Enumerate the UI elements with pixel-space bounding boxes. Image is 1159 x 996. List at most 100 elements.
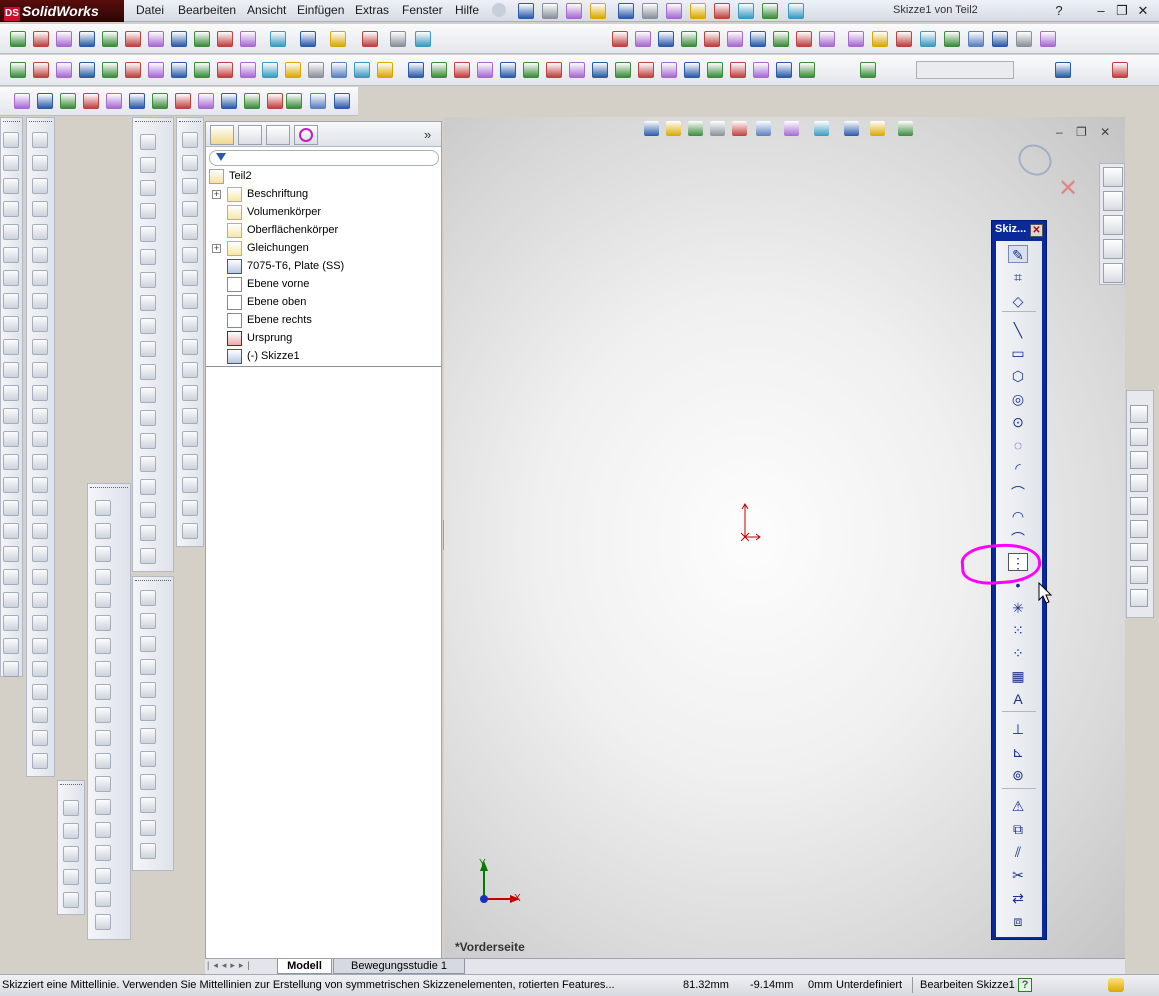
vertical-tool-120-icon[interactable] [182,431,198,447]
standard-toolbar-15-icon[interactable] [390,31,406,47]
feature-tools-16-icon[interactable] [776,62,792,78]
vertical-tool-27-icon[interactable] [32,201,48,217]
vertical-tool-10-icon[interactable] [3,362,19,378]
vertical-tool-97-icon[interactable] [140,636,156,652]
sketch-tools-16-icon[interactable] [377,62,393,78]
standard-toolbar-5-icon[interactable] [125,31,141,47]
quick-access-9-icon[interactable] [738,3,754,19]
view-tool-7-icon[interactable] [814,121,829,136]
view-toolbar-11-icon[interactable] [872,31,888,47]
view-toolbar-0-icon[interactable] [612,31,628,47]
status-help-button[interactable]: ? [1018,978,1032,992]
vertical-tool-85-icon[interactable] [140,341,156,357]
vertical-tool-109-icon[interactable] [182,178,198,194]
macro-stop-icon[interactable] [1130,428,1148,446]
view-tool-2-icon[interactable] [688,121,703,136]
tree-node-7075-t6-plate-ss-[interactable]: 7075-T6, Plate (SS) [206,258,441,276]
help-button[interactable]: ? [1050,2,1068,19]
vertical-tool-106-icon[interactable] [140,843,156,859]
feature-tools-6-icon[interactable] [546,62,562,78]
view-toolbar-6-icon[interactable] [750,31,766,47]
vertical-tool-103-icon[interactable] [140,774,156,790]
sketch-tools-10-icon[interactable] [240,62,256,78]
collapse-panel-button[interactable]: » [424,127,431,142]
vertical-tool-91-icon[interactable] [140,479,156,495]
sketch-entity-14-icon[interactable] [334,93,350,109]
vertical-tool-114-icon[interactable] [182,293,198,309]
tag-icon[interactable] [1108,978,1124,992]
vertical-tool-116-icon[interactable] [182,339,198,355]
vertical-tool-45-icon[interactable] [32,615,48,631]
scan-equal-icon[interactable]: ⊚ [1008,766,1028,784]
feature-tools-17-icon[interactable] [799,62,815,78]
copy-entities-icon[interactable]: ⧈ [1008,912,1028,930]
vertical-tool-80-icon[interactable] [140,226,156,242]
sketch-point-icon[interactable]: ✳ [1008,599,1028,617]
vertical-tool-35-icon[interactable] [32,385,48,401]
view-toolbar-12-icon[interactable] [896,31,912,47]
vertical-tool-55-icon[interactable] [63,869,79,885]
view-toolbar-17-icon[interactable] [1016,31,1032,47]
tree-node-ebene-oben[interactable]: Ebene oben [206,294,441,312]
vertical-tool-11-icon[interactable] [3,385,19,401]
sketch-entity-10-icon[interactable] [244,93,260,109]
vertical-tool-36-icon[interactable] [32,408,48,424]
vertical-tool-12-icon[interactable] [3,408,19,424]
vertical-tool-113-icon[interactable] [182,270,198,286]
tree-node-ebene-vorne[interactable]: Ebene vorne [206,276,441,294]
feature-tools-14-icon[interactable] [730,62,746,78]
sketch-tools-7-icon[interactable] [171,62,187,78]
smart-dimension-icon[interactable]: ◇ [1008,292,1028,310]
sketch-entity-1-icon[interactable] [37,93,53,109]
quick-access-0-icon[interactable] [518,3,534,19]
tree-splitter[interactable] [206,366,442,367]
vertical-tool-102-icon[interactable] [140,751,156,767]
vertical-tool-19-icon[interactable] [3,569,19,585]
vertical-tool-22-icon[interactable] [3,638,19,654]
sketch-tools-12-icon[interactable] [285,62,301,78]
view-tool-5-icon[interactable] [756,121,771,136]
feature-tools-4-icon[interactable] [500,62,516,78]
vertical-tool-81-icon[interactable] [140,249,156,265]
macro-record-icon[interactable] [1130,451,1148,469]
vertical-tool-87-icon[interactable] [140,387,156,403]
quick-access-7-icon[interactable] [690,3,706,19]
circle-icon[interactable]: ◎ [1008,390,1028,408]
vertical-tool-32-icon[interactable] [32,316,48,332]
configuration-manager-tab[interactable] [266,125,290,145]
sketch-tools-8-icon[interactable] [194,62,210,78]
view-toolbar-3-icon[interactable] [681,31,697,47]
expand-icon[interactable]: + [212,190,221,199]
linear-pattern-icon[interactable]: ⁙ [1008,621,1028,639]
vertical-tool-46-icon[interactable] [32,638,48,654]
view-toolbar-4-icon[interactable] [704,31,720,47]
vertical-tool-58-icon[interactable] [95,523,111,539]
vertical-tool-28-icon[interactable] [32,224,48,240]
vertical-tool-108-icon[interactable] [182,155,198,171]
quick-access-8-icon[interactable] [714,3,730,19]
line-icon[interactable]: ╲ [1008,321,1028,339]
vertical-tool-111-icon[interactable] [182,224,198,240]
centerpoint-arc-icon[interactable]: ◌ [1008,436,1028,454]
vertical-tool-53-icon[interactable] [63,823,79,839]
vertical-tool-61-icon[interactable] [95,592,111,608]
restore-button[interactable]: ❐ [1113,2,1131,19]
macro-play-icon[interactable] [1130,405,1148,423]
layer-dropdown[interactable] [916,61,1014,79]
vertical-tool-75-icon[interactable] [95,914,111,930]
standard-toolbar-7-icon[interactable] [171,31,187,47]
vertical-tool-20-icon[interactable] [3,592,19,608]
vertical-tool-74-icon[interactable] [95,891,111,907]
vertical-tool-100-icon[interactable] [140,705,156,721]
vertical-tool-42-icon[interactable] [32,546,48,562]
tree-node-teil2[interactable]: Teil2 [206,168,441,186]
feature-tools-5-icon[interactable] [523,62,539,78]
view-tool-4-icon[interactable] [732,121,747,136]
vertical-tool-14-icon[interactable] [3,454,19,470]
macro-new-icon[interactable] [1130,474,1148,492]
standard-toolbar-6-icon[interactable] [148,31,164,47]
vertical-tool-121-icon[interactable] [182,454,198,470]
view-toolbar-8-icon[interactable] [796,31,812,47]
feature-tools-19-icon[interactable] [1055,62,1071,78]
feature-tools-10-icon[interactable] [638,62,654,78]
